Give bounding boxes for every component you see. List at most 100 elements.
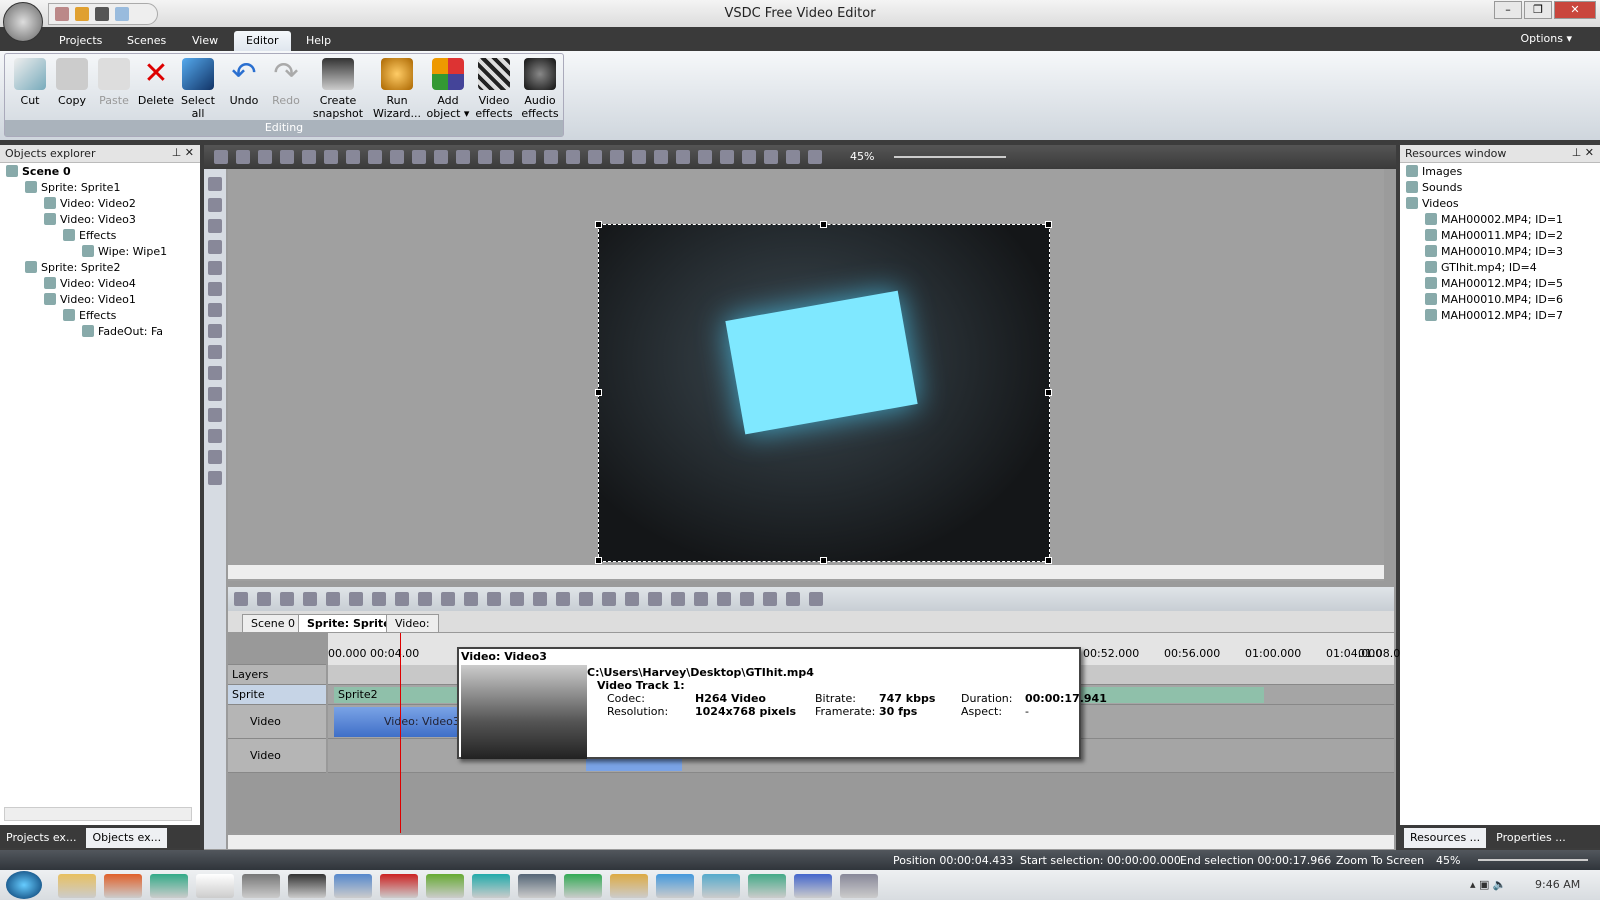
object-tool-icon[interactable]	[208, 345, 222, 359]
new-project-icon[interactable]	[55, 7, 69, 21]
object-tool-icon[interactable]	[208, 450, 222, 464]
toolbar-tool-icon[interactable]	[698, 150, 712, 164]
object-tool-icon[interactable]	[208, 240, 222, 254]
zoom-value[interactable]: 45%	[850, 150, 874, 163]
toolbar-tool-icon[interactable]	[478, 150, 492, 164]
taskbar-app-icon[interactable]	[426, 874, 464, 898]
tree-item[interactable]: GTIhit.mp4; ID=4	[1425, 261, 1537, 274]
tree-item[interactable]: Effects	[63, 309, 116, 322]
toolbar-tool-icon[interactable]	[368, 150, 382, 164]
taskbar-app-icon[interactable]	[610, 874, 648, 898]
toolbar-tool-icon[interactable]	[544, 150, 558, 164]
paste-button[interactable]: Paste	[93, 58, 135, 107]
toolbar-tool-icon[interactable]	[654, 150, 668, 164]
object-tool-icon[interactable]	[208, 177, 222, 191]
timeline-tool-icon[interactable]	[602, 592, 616, 606]
taskbar-app-icon[interactable]	[242, 874, 280, 898]
taskbar-app-icon[interactable]	[334, 874, 372, 898]
timeline-tool-icon[interactable]	[694, 592, 708, 606]
toolbar-tool-icon[interactable]	[808, 150, 822, 164]
taskbar-app-icon[interactable]	[288, 874, 326, 898]
tab-resources[interactable]: Resources ...	[1404, 828, 1487, 848]
taskbar-app-icon[interactable]	[196, 874, 234, 898]
timeline-tool-icon[interactable]	[280, 592, 294, 606]
timeline-tool-icon[interactable]	[372, 592, 386, 606]
taskbar-app-icon[interactable]	[104, 874, 142, 898]
taskbar-app-icon[interactable]	[656, 874, 694, 898]
tab-properties[interactable]: Properties ...	[1490, 828, 1572, 848]
select-all-button[interactable]: Select all	[177, 58, 219, 120]
toolbar-tool-icon[interactable]	[676, 150, 690, 164]
create-snapshot-button[interactable]: Create snapshot	[311, 58, 365, 120]
object-tool-icon[interactable]	[208, 471, 222, 485]
timeline-tool-icon[interactable]	[441, 592, 455, 606]
timeline-tool-icon[interactable]	[349, 592, 363, 606]
toolbar-tool-icon[interactable]	[786, 150, 800, 164]
toolbar-tool-icon[interactable]	[742, 150, 756, 164]
tree-item[interactable]: MAH00002.MP4; ID=1	[1425, 213, 1563, 226]
timeline-tool-icon[interactable]	[579, 592, 593, 606]
tree-item[interactable]: Wipe: Wipe1	[82, 245, 167, 258]
timeline-tool-icon[interactable]	[234, 592, 248, 606]
timeline-tool-icon[interactable]	[786, 592, 800, 606]
timeline-tool-icon[interactable]	[740, 592, 754, 606]
object-tool-icon[interactable]	[208, 198, 222, 212]
save-icon[interactable]	[95, 7, 109, 21]
resize-handle[interactable]	[595, 221, 602, 228]
timeline-tool-icon[interactable]	[717, 592, 731, 606]
taskbar-app-icon[interactable]	[150, 874, 188, 898]
tree-item[interactable]: Video: Video3	[44, 213, 136, 226]
video-preview[interactable]	[595, 221, 1052, 564]
toolbar-tool-icon[interactable]	[390, 150, 404, 164]
tab-help[interactable]: Help	[294, 31, 343, 51]
taskbar-app-icon[interactable]	[840, 874, 878, 898]
object-tool-icon[interactable]	[208, 366, 222, 380]
resize-handle[interactable]	[820, 557, 827, 564]
toolbar-tool-icon[interactable]	[236, 150, 250, 164]
track-label-video-2[interactable]: Video	[228, 739, 326, 773]
toolbar-tool-icon[interactable]	[566, 150, 580, 164]
tree-item[interactable]: Video: Video4	[44, 277, 136, 290]
options-menu[interactable]: Options ▾	[1521, 32, 1572, 45]
tree-item[interactable]: MAH00012.MP4; ID=5	[1425, 277, 1563, 290]
run-wizard-button[interactable]: Run Wizard...	[373, 58, 421, 120]
horizontal-scrollbar[interactable]	[4, 807, 192, 821]
object-tool-icon[interactable]	[208, 303, 222, 317]
zoom-slider[interactable]	[894, 156, 1006, 158]
undo-button[interactable]: ↶ Undo	[223, 58, 265, 108]
taskbar-app-icon[interactable]	[58, 874, 96, 898]
timeline-tool-icon[interactable]	[648, 592, 662, 606]
tab-projects-explorer[interactable]: Projects ex...	[0, 828, 82, 848]
object-tool-icon[interactable]	[208, 429, 222, 443]
toolbar-tool-icon[interactable]	[456, 150, 470, 164]
timeline-tool-icon[interactable]	[487, 592, 501, 606]
tree-item[interactable]: MAH00010.MP4; ID=3	[1425, 245, 1563, 258]
canvas-scrollbar[interactable]	[228, 565, 1384, 579]
timeline-tool-icon[interactable]	[556, 592, 570, 606]
resize-handle[interactable]	[1045, 221, 1052, 228]
tree-item[interactable]: Scene 0	[6, 165, 71, 178]
minimize-button[interactable]: –	[1494, 1, 1522, 19]
tab-scene-0[interactable]: Scene 0	[242, 614, 305, 632]
resize-handle[interactable]	[820, 221, 827, 228]
scene-canvas[interactable]	[228, 169, 1384, 581]
tab-video[interactable]: Video:	[386, 614, 439, 632]
zoom-to-screen-button[interactable]: Zoom To Screen	[1336, 854, 1424, 867]
taskbar-app-icon[interactable]	[564, 874, 602, 898]
object-tool-icon[interactable]	[208, 261, 222, 275]
timeline-tool-icon[interactable]	[671, 592, 685, 606]
tree-item[interactable]: MAH00010.MP4; ID=6	[1425, 293, 1563, 306]
status-zoom-slider[interactable]	[1478, 859, 1588, 861]
toolbar-tool-icon[interactable]	[434, 150, 448, 164]
toolbar-tool-icon[interactable]	[720, 150, 734, 164]
track-label-video[interactable]: Video	[228, 705, 326, 739]
timeline-scrollbar[interactable]	[228, 835, 1394, 849]
taskbar-app-icon[interactable]	[518, 874, 556, 898]
toolbar-tool-icon[interactable]	[610, 150, 624, 164]
toolbar-tool-icon[interactable]	[632, 150, 646, 164]
tray-icons[interactable]: ▴ ▣ 🔈	[1470, 878, 1507, 891]
taskbar-app-icon[interactable]	[380, 874, 418, 898]
tree-item[interactable]: Video: Video1	[44, 293, 136, 306]
resize-handle[interactable]	[595, 389, 602, 396]
timeline-tool-icon[interactable]	[625, 592, 639, 606]
